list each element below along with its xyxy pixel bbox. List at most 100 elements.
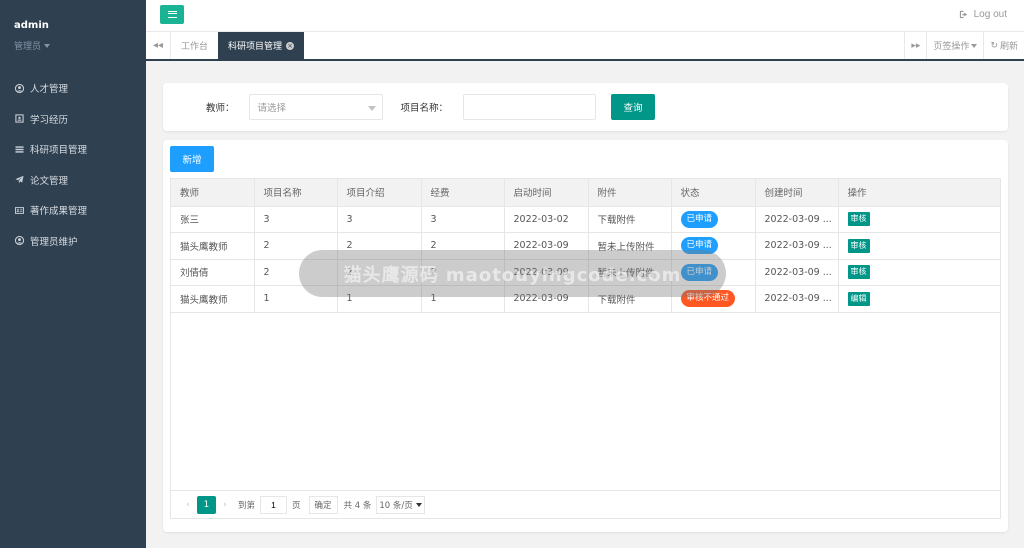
sidebar-item-label: 论文管理: [30, 175, 69, 187]
menu-toggle-button[interactable]: [160, 5, 184, 24]
sidebar-item-label: 科研项目管理: [30, 145, 88, 157]
sidebar-nav: 人才管理 学习经历 科研项目管理 论文管理 著作成果管理 管理员维护: [0, 73, 146, 256]
refresh-icon: ↻: [990, 40, 998, 51]
sidebar-item-label: 人才管理: [30, 84, 69, 96]
pagination: ‹ 1 › 到第 页 确定 共 4 条 10 条/页: [171, 490, 1000, 518]
project-name-label: 项目名称：: [400, 103, 449, 114]
logout-label: Log out: [973, 9, 1007, 20]
column-header: 创建时间: [755, 179, 839, 207]
sidebar-item-admin[interactable]: 管理员维护: [0, 226, 146, 257]
column-header: 经费: [421, 179, 505, 207]
column-header: 项目介绍: [337, 179, 422, 207]
list-icon: [14, 144, 24, 154]
sidebar-item-papers[interactable]: 论文管理: [0, 165, 146, 196]
column-header: 教师: [171, 179, 255, 207]
sidebar-item-research[interactable]: 科研项目管理: [0, 134, 146, 165]
tab-home[interactable]: 工作台: [171, 32, 218, 59]
cell-attachment[interactable]: 下载附件: [588, 206, 672, 233]
goto-confirm-button[interactable]: 确定: [308, 495, 338, 514]
sidebar-item-label: 学习经历: [30, 114, 69, 126]
cell-fund: 3: [421, 206, 505, 233]
add-button[interactable]: 新增: [170, 146, 214, 172]
cell-status: 已申请: [671, 206, 756, 233]
page-ops-label: 页签操作: [933, 42, 970, 52]
sidebar-item-education[interactable]: 学习经历: [0, 104, 146, 135]
current-page-button[interactable]: 1: [197, 495, 216, 514]
column-header: 附件: [588, 179, 672, 207]
page-ops-dropdown[interactable]: 页签操作: [926, 32, 983, 59]
watermark: 猫头鹰源码 maotouyingcode.com: [299, 250, 726, 297]
cell-teacher: 刘倩倩: [171, 259, 255, 286]
forward-icon: ▸▸: [911, 40, 921, 51]
user-role-dropdown[interactable]: 管理员: [14, 39, 146, 52]
tab-scroll-left-button[interactable]: ◂◂: [146, 32, 171, 59]
teacher-select-value: 请选择: [257, 103, 287, 114]
teacher-select[interactable]: 请选择: [248, 94, 383, 120]
sidebar-item-talent[interactable]: 人才管理: [0, 73, 146, 104]
cell-created-time: 2022-03-09 ...: [755, 206, 839, 233]
cell-created-time: 2022-03-09 ...: [755, 232, 839, 260]
column-header: 项目名称: [254, 179, 338, 207]
edit-button[interactable]: 编辑: [847, 291, 870, 306]
query-button[interactable]: 查询: [611, 94, 656, 120]
project-name-input[interactable]: [463, 94, 597, 120]
user-block: admin 管理员: [0, 0, 146, 70]
tab-scroll-right-button[interactable]: ▸▸: [904, 32, 926, 59]
status-badge: 已申请: [680, 210, 719, 228]
caret-down-icon: [971, 43, 978, 48]
review-button[interactable]: 审核: [847, 265, 870, 280]
teacher-label: 教师：: [206, 103, 235, 114]
column-header: 状态: [671, 179, 756, 207]
cell-project-name: 3: [254, 206, 338, 233]
goto-page-input[interactable]: [260, 495, 288, 514]
topbar: Log out: [146, 0, 1024, 32]
user-role-label: 管理员: [14, 42, 42, 52]
table-panel: 新增 教师 项目名称 项目介绍 经费 启动时间 附件 状态 创建时间 操作 张三…: [163, 140, 1008, 532]
caret-down-icon: [367, 106, 376, 111]
cell-actions: 编辑: [838, 285, 1000, 313]
total-count: 共 4 条: [343, 500, 372, 511]
hamburger-icon: [167, 11, 177, 18]
tab-label: 科研项目管理: [228, 42, 283, 52]
id-card-icon: [14, 114, 24, 124]
tab-bar: ◂◂ 工作台 科研项目管理 × ▸▸ 页签操作 ↻ 刷新: [146, 32, 1024, 61]
tab-actions: ▸▸ 页签操作 ↻ 刷新: [904, 32, 1024, 59]
close-icon[interactable]: ×: [286, 41, 295, 50]
table-header-row: 教师 项目名称 项目介绍 经费 启动时间 附件 状态 创建时间 操作: [171, 179, 1000, 207]
refresh-button[interactable]: ↻ 刷新: [983, 32, 1024, 59]
cell-created-time: 2022-03-09 ...: [755, 285, 839, 313]
table-row: 张三 3 3 3 2022-03-02 下载附件 已申请 2022-03-09 …: [171, 206, 1000, 233]
cell-actions: 审核: [838, 206, 1000, 233]
tab-research-projects[interactable]: 科研项目管理 ×: [218, 32, 305, 59]
cell-teacher: 张三: [171, 206, 255, 233]
review-button[interactable]: 审核: [847, 238, 870, 253]
data-table: 教师 项目名称 项目介绍 经费 启动时间 附件 状态 创建时间 操作 张三 3: [170, 178, 1001, 519]
user-circle-icon: [14, 83, 24, 93]
sidebar-item-label: 管理员维护: [30, 236, 78, 248]
column-header: 操作: [838, 179, 1000, 207]
watermark-text: 猫头鹰源码 maotouyingcode.com: [343, 264, 682, 286]
caret-down-icon: [415, 502, 422, 507]
column-header: 启动时间: [504, 179, 589, 207]
page-size-value: 10 条/页: [379, 500, 413, 511]
prev-page-icon[interactable]: ‹: [179, 500, 197, 510]
address-card-icon: [14, 205, 24, 215]
goto-label: 到第: [238, 500, 256, 511]
backward-icon: ◂◂: [152, 40, 164, 51]
sign-out-icon: [959, 10, 967, 19]
cell-teacher: 猫头鹰教师: [171, 285, 255, 313]
caret-down-icon: [44, 43, 51, 48]
page-size-select[interactable]: 10 条/页: [376, 495, 425, 514]
cell-created-time: 2022-03-09 ...: [755, 259, 839, 286]
cell-teacher: 猫头鹰教师: [171, 232, 255, 260]
review-button[interactable]: 审核: [847, 212, 870, 227]
next-page-icon[interactable]: ›: [216, 500, 234, 510]
page-unit-label: 页: [292, 500, 301, 511]
cell-start-time: 2022-03-02: [504, 206, 589, 233]
paper-plane-icon: [14, 175, 24, 185]
user-circle-icon: [14, 236, 24, 246]
sidebar-item-works[interactable]: 著作成果管理: [0, 195, 146, 226]
logout-link[interactable]: Log out: [959, 9, 1007, 20]
cell-actions: 审核: [838, 232, 1000, 260]
refresh-label: 刷新: [999, 42, 1018, 52]
